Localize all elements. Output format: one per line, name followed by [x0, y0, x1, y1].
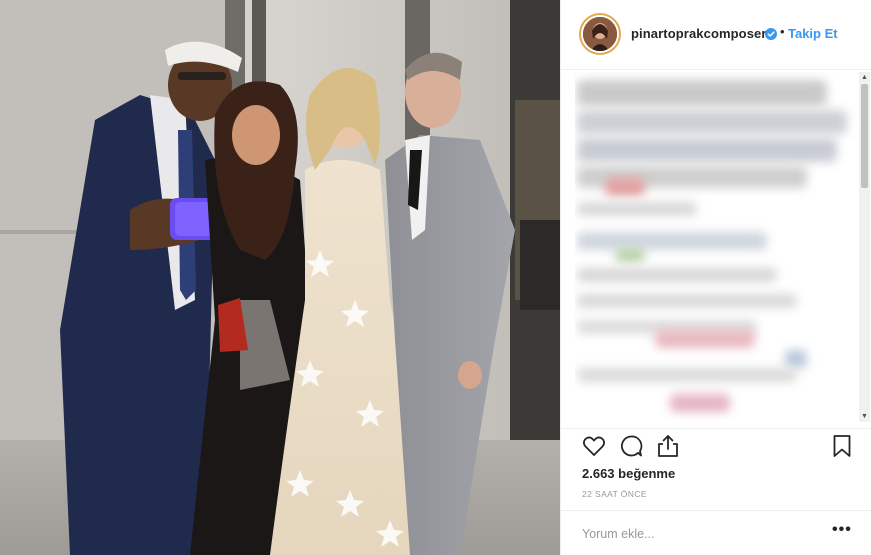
separator-dot: • — [780, 24, 785, 39]
blurred-comment-text — [577, 80, 827, 106]
likes-count[interactable]: 2.663 beğenme — [582, 466, 675, 481]
avatar[interactable] — [579, 13, 621, 55]
comments-section — [575, 72, 857, 422]
speech-bubble-icon[interactable] — [618, 433, 644, 459]
blurred-comment-text — [577, 294, 797, 308]
scroll-down-arrow-icon[interactable]: ▼ — [860, 412, 869, 421]
blurred-emoji — [605, 178, 645, 196]
blurred-comment-text — [577, 268, 777, 282]
blurred-comment-text — [577, 110, 847, 134]
blurred-comment-text — [577, 368, 797, 382]
bookmark-icon[interactable] — [829, 433, 855, 459]
blurred-comment-text — [577, 232, 767, 250]
post-header: pinartoprakcomposer • Takip Et — [561, 0, 871, 70]
more-options-icon[interactable]: ••• — [832, 521, 852, 539]
share-icon[interactable] — [655, 433, 681, 459]
verified-badge-icon — [765, 27, 777, 40]
post-image — [0, 0, 560, 555]
add-comment-bar: ••• — [561, 510, 871, 555]
comments-scrollbar[interactable]: ▲ ▼ — [859, 72, 870, 422]
post-timestamp[interactable]: 22 SAAT ÖNCE — [582, 489, 647, 499]
blurred-comment-text — [577, 138, 837, 162]
blurred-emoji — [785, 350, 807, 368]
blurred-emoji — [615, 248, 645, 262]
post-actions — [561, 428, 871, 464]
blurred-emoji — [655, 330, 755, 348]
blurred-emoji — [670, 394, 730, 412]
follow-button[interactable]: Takip Et — [788, 26, 838, 41]
post-photo[interactable] — [0, 0, 560, 555]
avatar-image — [581, 15, 619, 53]
username-link[interactable]: pinartoprakcomposer — [631, 26, 767, 41]
comment-input[interactable] — [582, 525, 822, 543]
heart-icon[interactable] — [581, 433, 607, 459]
post-sidebar: pinartoprakcomposer • Takip Et ▲ ▼ 2.663… — [560, 0, 871, 555]
blurred-comment-text — [577, 202, 697, 216]
scroll-up-arrow-icon[interactable]: ▲ — [860, 73, 869, 82]
scroll-thumb[interactable] — [861, 84, 868, 188]
